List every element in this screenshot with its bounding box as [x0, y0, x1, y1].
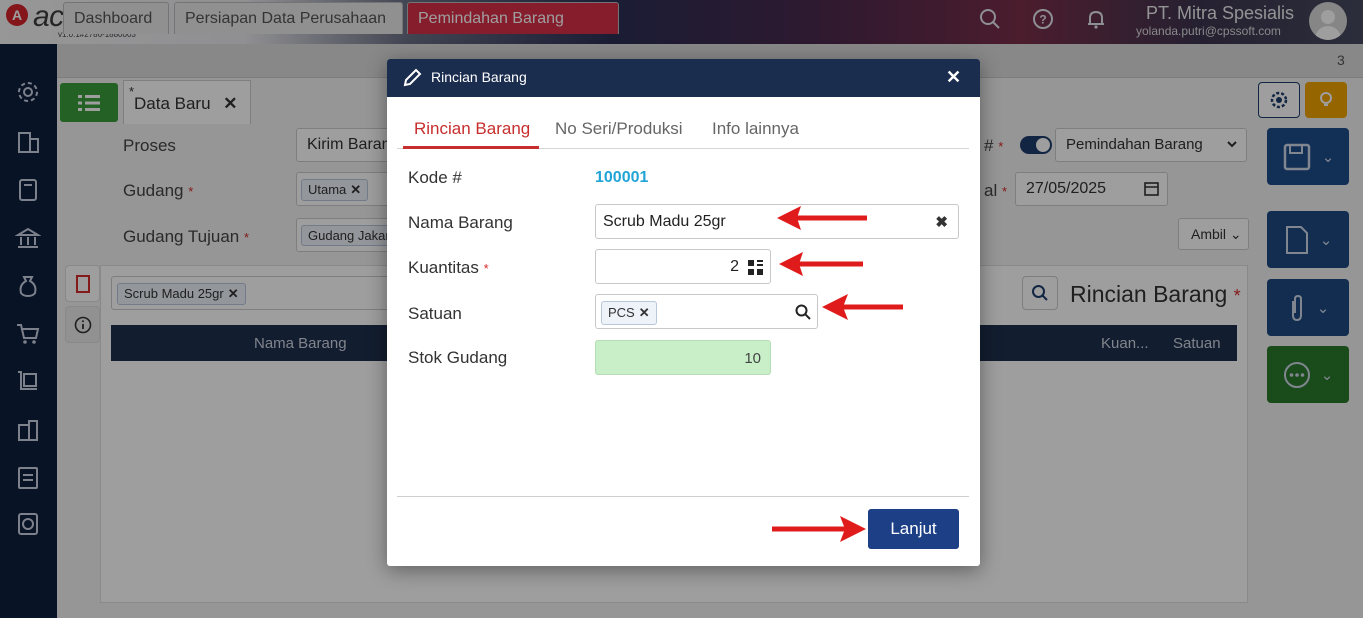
remove-chip-icon[interactable]: ✕	[639, 305, 650, 320]
kuantitas-input[interactable]: 2	[595, 249, 771, 284]
modal-title: Rincian Barang	[431, 69, 527, 85]
nama-barang-label: Nama Barang	[408, 213, 513, 232]
annotation-arrow-icon	[779, 252, 863, 276]
modal-tab-no-seri[interactable]: No Seri/Produksi	[555, 119, 683, 139]
modal-header: Rincian Barang ✕	[387, 59, 980, 97]
annotation-arrow-icon	[772, 516, 866, 542]
search-icon[interactable]	[795, 304, 811, 324]
kuantitas-value: 2	[730, 258, 739, 275]
stok-gudang-value: 10	[744, 350, 761, 367]
kuantitas-label: Kuantitas *	[408, 258, 489, 277]
satuan-chip: PCS ✕	[601, 301, 657, 325]
stok-gudang-label: Stok Gudang	[408, 348, 508, 367]
pencil-icon	[403, 68, 422, 87]
stok-gudang-field: 10	[595, 340, 771, 375]
satuan-label: Satuan	[408, 304, 462, 323]
modal-tab-rincian[interactable]: Rincian Barang	[414, 119, 530, 139]
close-icon[interactable]: ✕	[946, 67, 961, 88]
kode-value[interactable]: 100001	[595, 169, 648, 187]
annotation-arrow-icon	[822, 294, 903, 320]
footer-divider	[397, 496, 969, 497]
calculator-icon[interactable]	[748, 260, 763, 279]
active-tab-indicator	[403, 146, 539, 149]
kode-label: Kode #	[408, 168, 462, 187]
lanjut-button[interactable]: Lanjut	[868, 509, 959, 549]
satuan-input[interactable]: PCS ✕	[595, 294, 818, 329]
clear-icon[interactable]: ✖	[935, 213, 948, 231]
nama-barang-value: Scrub Madu 25gr	[603, 213, 726, 230]
modal-tab-info-lainnya[interactable]: Info lainnya	[712, 119, 799, 139]
annotation-arrow-icon	[777, 206, 867, 230]
